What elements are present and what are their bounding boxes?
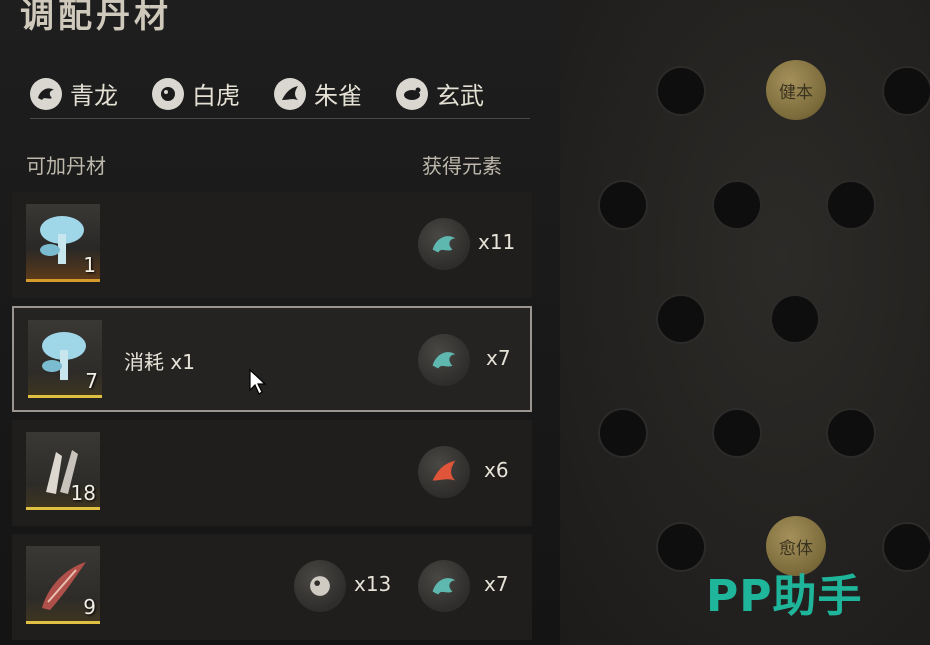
watermark-logo: PP助手 (706, 571, 863, 622)
consume-label: 消耗 x1 (124, 350, 195, 374)
tiger-icon (152, 77, 184, 110)
dragon-icon (30, 77, 62, 110)
item-count: 9 (83, 595, 96, 619)
tiger-element-icon (294, 560, 346, 612)
element-quantity: x7 (486, 346, 511, 370)
dragon-element-icon (418, 560, 470, 612)
ingredient-row[interactable]: 1 x11 (12, 192, 532, 298)
board-slot[interactable] (882, 66, 930, 116)
element-quantity: x11 (478, 230, 516, 254)
elements-header: 获得元素 (422, 154, 502, 178)
white-claw-icon: 18 (26, 432, 100, 510)
phoenix-icon (274, 77, 306, 110)
tab-label: 青龙 (70, 82, 118, 110)
tab-label: 朱雀 (314, 82, 362, 110)
ingredient-row-selected[interactable]: 7 消耗 x1 x7 (12, 306, 532, 412)
coin-token[interactable]: 健本 (766, 60, 826, 120)
board-slot[interactable] (598, 180, 648, 230)
element-quantity: x6 (484, 458, 509, 482)
board-slot[interactable] (712, 180, 762, 230)
tab-zhuque[interactable]: 朱雀 (274, 76, 362, 111)
tab-label: 玄武 (436, 82, 484, 110)
coin-label: 愈体 (779, 538, 813, 559)
red-shrimp-icon: 9 (26, 546, 100, 624)
board-slot[interactable] (598, 408, 648, 458)
dragon-element-icon (418, 334, 470, 386)
coin-label: 健本 (779, 82, 813, 103)
board-slot[interactable] (656, 66, 706, 116)
page-title: 调配丹材 (20, 0, 172, 36)
item-count: 1 (83, 253, 96, 277)
dragon-element-icon (418, 218, 470, 270)
mouse-cursor-icon (248, 368, 268, 400)
board-background (560, 0, 930, 645)
tab-qinglong[interactable]: 青龙 (30, 76, 118, 111)
tabs-divider (30, 118, 530, 119)
ingredient-row[interactable]: 9 x13 x7 (12, 534, 532, 640)
ingredients-header: 可加丹材 (26, 154, 106, 178)
element-quantity: x7 (484, 572, 509, 596)
board-slot[interactable] (770, 294, 820, 344)
element-quantity: x13 (354, 572, 392, 596)
tab-baihu[interactable]: 白虎 (152, 76, 240, 111)
item-count: 7 (85, 369, 98, 393)
ingredient-row[interactable]: 18 x6 (12, 420, 532, 526)
phoenix-element-icon (418, 446, 470, 498)
item-count: 18 (70, 481, 96, 505)
board-slot[interactable] (826, 408, 876, 458)
board-slot[interactable] (656, 522, 706, 572)
tortoise-icon (396, 77, 428, 110)
tab-xuanwu[interactable]: 玄武 (396, 76, 484, 111)
blue-mushroom-icon: 1 (26, 204, 100, 282)
tab-label: 白虎 (192, 82, 240, 110)
board-slot[interactable] (882, 522, 930, 572)
blue-mushroom-icon: 7 (28, 320, 102, 398)
board-slot[interactable] (712, 408, 762, 458)
board-slot[interactable] (656, 294, 706, 344)
element-tabs: 青龙 白虎 朱雀 玄武 (30, 76, 518, 111)
board-slot[interactable] (826, 180, 876, 230)
